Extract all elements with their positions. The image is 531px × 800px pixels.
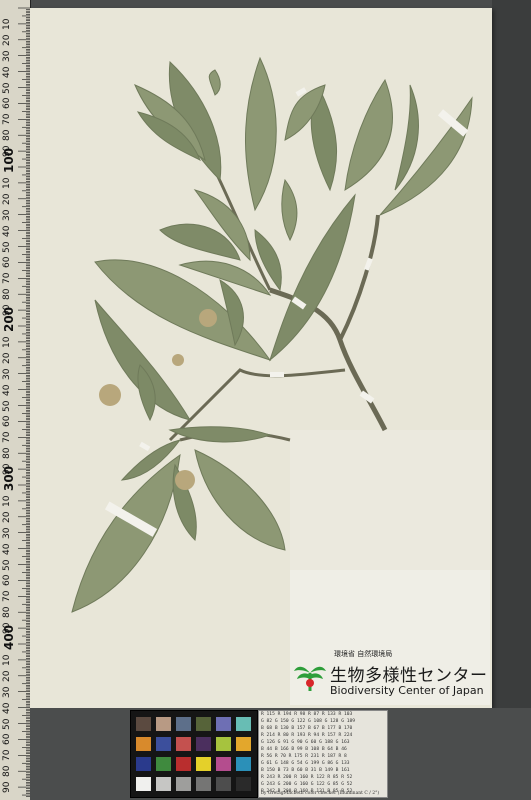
color-swatch (176, 737, 191, 751)
leaf (194, 449, 286, 551)
reference-row: R 56 R 70 R 175 R 231 R 187 R 8 (261, 754, 347, 759)
agency-name: 環境省 自然環境局 (334, 650, 393, 658)
color-swatch (176, 717, 191, 731)
leaf (379, 96, 473, 216)
color-swatch (156, 757, 171, 771)
reference-row: B 150 B 73 B 60 B 31 B 149 B 161 (261, 768, 350, 773)
color-swatch (216, 777, 231, 791)
reference-row: B 68 B 130 B 157 B 67 B 177 B 170 (261, 726, 353, 731)
flower-cluster (172, 354, 184, 366)
reference-row: R 243 R 200 R 160 R 122 R 85 R 52 (261, 775, 353, 780)
color-swatch (136, 737, 151, 751)
color-swatch (216, 717, 231, 731)
color-swatch (236, 777, 251, 791)
leaf (344, 78, 393, 191)
color-swatch (176, 777, 191, 791)
color-swatch (176, 757, 191, 771)
color-checker-chart (130, 710, 258, 798)
color-swatch (216, 737, 231, 751)
color-swatch (136, 777, 151, 791)
color-swatch (156, 777, 171, 791)
color-swatch (136, 757, 151, 771)
biodiversity-logo-icon (294, 666, 326, 691)
color-swatch (196, 717, 211, 731)
reference-row: G 61 G 148 G 54 G 199 G 86 G 133 (261, 761, 350, 766)
color-swatch (236, 757, 251, 771)
color-swatch (156, 737, 171, 751)
reference-row: G 82 G 150 G 122 G 108 G 128 G 189 (261, 719, 356, 724)
color-swatch (196, 737, 211, 751)
color-swatch (136, 717, 151, 731)
color-swatch (196, 757, 211, 771)
leaf (208, 69, 221, 96)
reference-row: B 44 B 166 B 99 B 108 B 64 B 46 (261, 747, 347, 752)
reference-row: R 115 R 194 R 98 R 87 R 133 R 103 (261, 712, 353, 717)
reference-row: G 243 G 200 G 160 G 122 G 85 G 52 (261, 782, 353, 787)
leaf (245, 56, 277, 212)
reference-caption: by GretagMacbeth color checker (Illumina… (261, 791, 380, 796)
institution-label: 環境省 自然環境局 生物多様性センター Biodiversity Center … (292, 645, 492, 705)
mounting-tape (270, 372, 284, 377)
flower-cluster (175, 470, 195, 490)
color-swatch (236, 717, 251, 731)
color-swatch (156, 717, 171, 731)
flower-cluster (99, 384, 121, 406)
color-swatch (216, 757, 231, 771)
color-reference-table: R 115 R 194 R 98 R 87 R 133 R 103 G 82 G … (258, 710, 388, 798)
center-name-english: Biodiversity Center of Japan (330, 684, 484, 697)
flower-cluster (199, 309, 217, 327)
reference-rows: R 115 R 194 R 98 R 87 R 133 R 103 G 82 G … (259, 711, 387, 795)
color-swatch (236, 737, 251, 751)
leaf (281, 178, 298, 242)
color-swatch (196, 777, 211, 791)
center-name-japanese: 生物多様性センター (330, 666, 488, 686)
reference-row: R 214 R 80 R 193 R 94 R 157 R 224 (261, 733, 353, 738)
mounting-tape (139, 441, 151, 452)
reference-row: G 126 G 91 G 90 G 60 G 188 G 163 (261, 740, 350, 745)
mounting-tape (364, 257, 373, 271)
leaf (254, 228, 282, 292)
